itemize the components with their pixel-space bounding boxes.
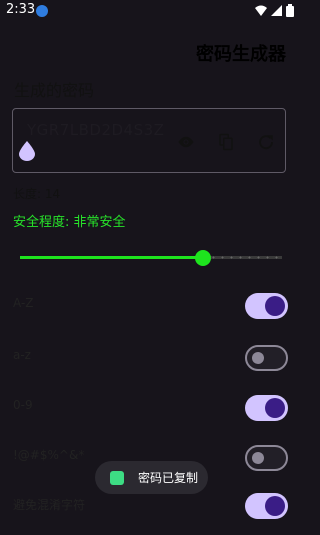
option-label: a-z [13, 348, 31, 362]
lowercase-toggle[interactable] [245, 345, 288, 371]
slider-fill [20, 256, 204, 259]
generated-password-heading: 生成的密码 [14, 81, 95, 100]
copy-icon[interactable] [217, 133, 235, 151]
toggle-knob [265, 296, 285, 316]
uppercase-toggle[interactable] [245, 293, 288, 319]
signal-icon [271, 5, 282, 16]
notification-icon [36, 5, 48, 17]
length-slider[interactable] [20, 250, 282, 266]
status-time: 2:33 [6, 2, 36, 17]
toggle-knob [265, 398, 285, 418]
safety-level: 安全程度: 非常安全 [13, 215, 126, 230]
toast: 密码已复制 [95, 461, 208, 494]
toggle-knob [252, 352, 264, 364]
option-uppercase: A-Z [0, 293, 300, 323]
option-label: 避免混淆字符 [13, 498, 86, 512]
app-icon [110, 470, 124, 485]
length-label: 长度: 14 [13, 187, 61, 201]
toggle-knob [265, 496, 285, 516]
toggle-knob [252, 452, 264, 464]
option-label: A-Z [13, 296, 34, 310]
status-bar: 2:33 [0, 0, 300, 22]
password-actions [177, 133, 275, 151]
option-lowercase: a-z [0, 345, 300, 375]
slider-thumb[interactable] [195, 250, 212, 266]
page-title: 密码生成器 [196, 44, 286, 65]
battery-icon [286, 4, 294, 17]
avoid-ambiguous-toggle[interactable] [245, 493, 288, 519]
wifi-icon [255, 5, 267, 16]
digits-toggle[interactable] [245, 395, 288, 421]
password-field[interactable]: YGR7LBD2D4S3Z [12, 108, 286, 173]
visibility-icon[interactable] [177, 133, 195, 151]
password-text[interactable]: YGR7LBD2D4S3Z [27, 121, 164, 139]
option-avoid-ambiguous: 避免混淆字符 [0, 493, 300, 523]
drop-icon [19, 141, 35, 161]
option-label: !@#$%^&* [13, 448, 85, 462]
option-label: 0-9 [13, 398, 33, 412]
symbols-toggle[interactable] [245, 445, 288, 471]
option-digits: 0-9 [0, 395, 300, 425]
status-icons [255, 4, 294, 17]
toast-text: 密码已复制 [138, 471, 199, 485]
refresh-icon[interactable] [257, 133, 275, 151]
